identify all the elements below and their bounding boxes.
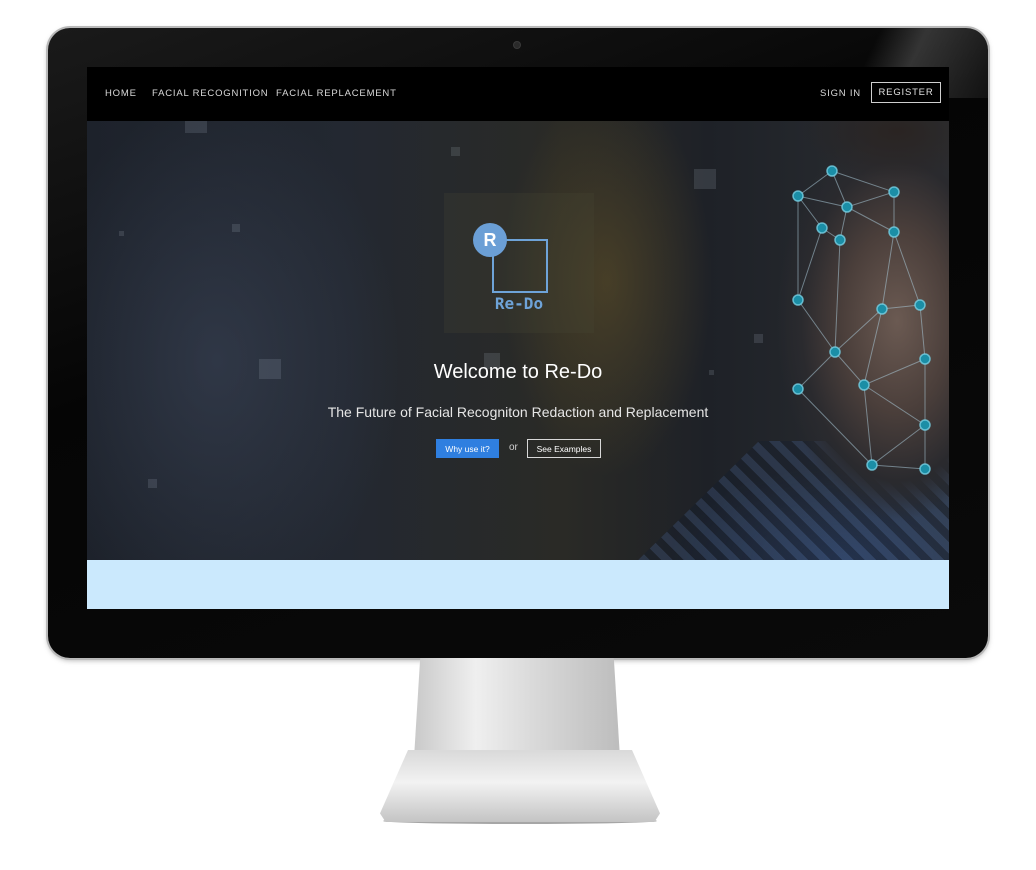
- logo-text: Re-Do: [494, 294, 544, 313]
- bokeh-square: [185, 121, 207, 133]
- face-mesh-icon: [792, 165, 931, 475]
- nav-facial-recognition-link[interactable]: FACIAL RECOGNITION: [152, 88, 268, 99]
- hero-subtitle: The Future of Facial Recogniton Redactio…: [327, 404, 709, 420]
- bokeh-square: [148, 479, 157, 488]
- bokeh-square: [754, 334, 763, 343]
- webcam-icon: [514, 42, 520, 48]
- monitor-stand-base: [380, 750, 660, 822]
- see-examples-button[interactable]: See Examples: [527, 439, 601, 458]
- logo-badge: R: [473, 223, 507, 257]
- bokeh-square: [232, 224, 240, 232]
- hero-section: R Re-Do Welcome to Re-Do The Future of F…: [87, 121, 949, 560]
- screen: HOME FACIAL RECOGNITION FACIAL REPLACEME…: [87, 67, 949, 609]
- or-separator: or: [509, 442, 518, 453]
- bokeh-square: [451, 147, 460, 156]
- monitor-stand-neck: [414, 658, 620, 758]
- sign-in-link[interactable]: SIGN IN: [820, 88, 861, 99]
- hero-title: Welcome to Re-Do: [433, 361, 603, 383]
- why-use-it-button[interactable]: Why use it?: [436, 439, 499, 458]
- register-button[interactable]: REGISTER: [871, 82, 941, 103]
- nav-facial-replacement-link[interactable]: FACIAL REPLACEMENT: [276, 88, 397, 99]
- top-nav: HOME FACIAL RECOGNITION FACIAL REPLACEME…: [87, 67, 949, 121]
- content-section: [87, 560, 949, 609]
- monitor-bezel: HOME FACIAL RECOGNITION FACIAL REPLACEME…: [48, 28, 988, 658]
- nav-home-link[interactable]: HOME: [105, 88, 137, 99]
- bokeh-square: [694, 169, 716, 189]
- bokeh-square: [119, 231, 124, 236]
